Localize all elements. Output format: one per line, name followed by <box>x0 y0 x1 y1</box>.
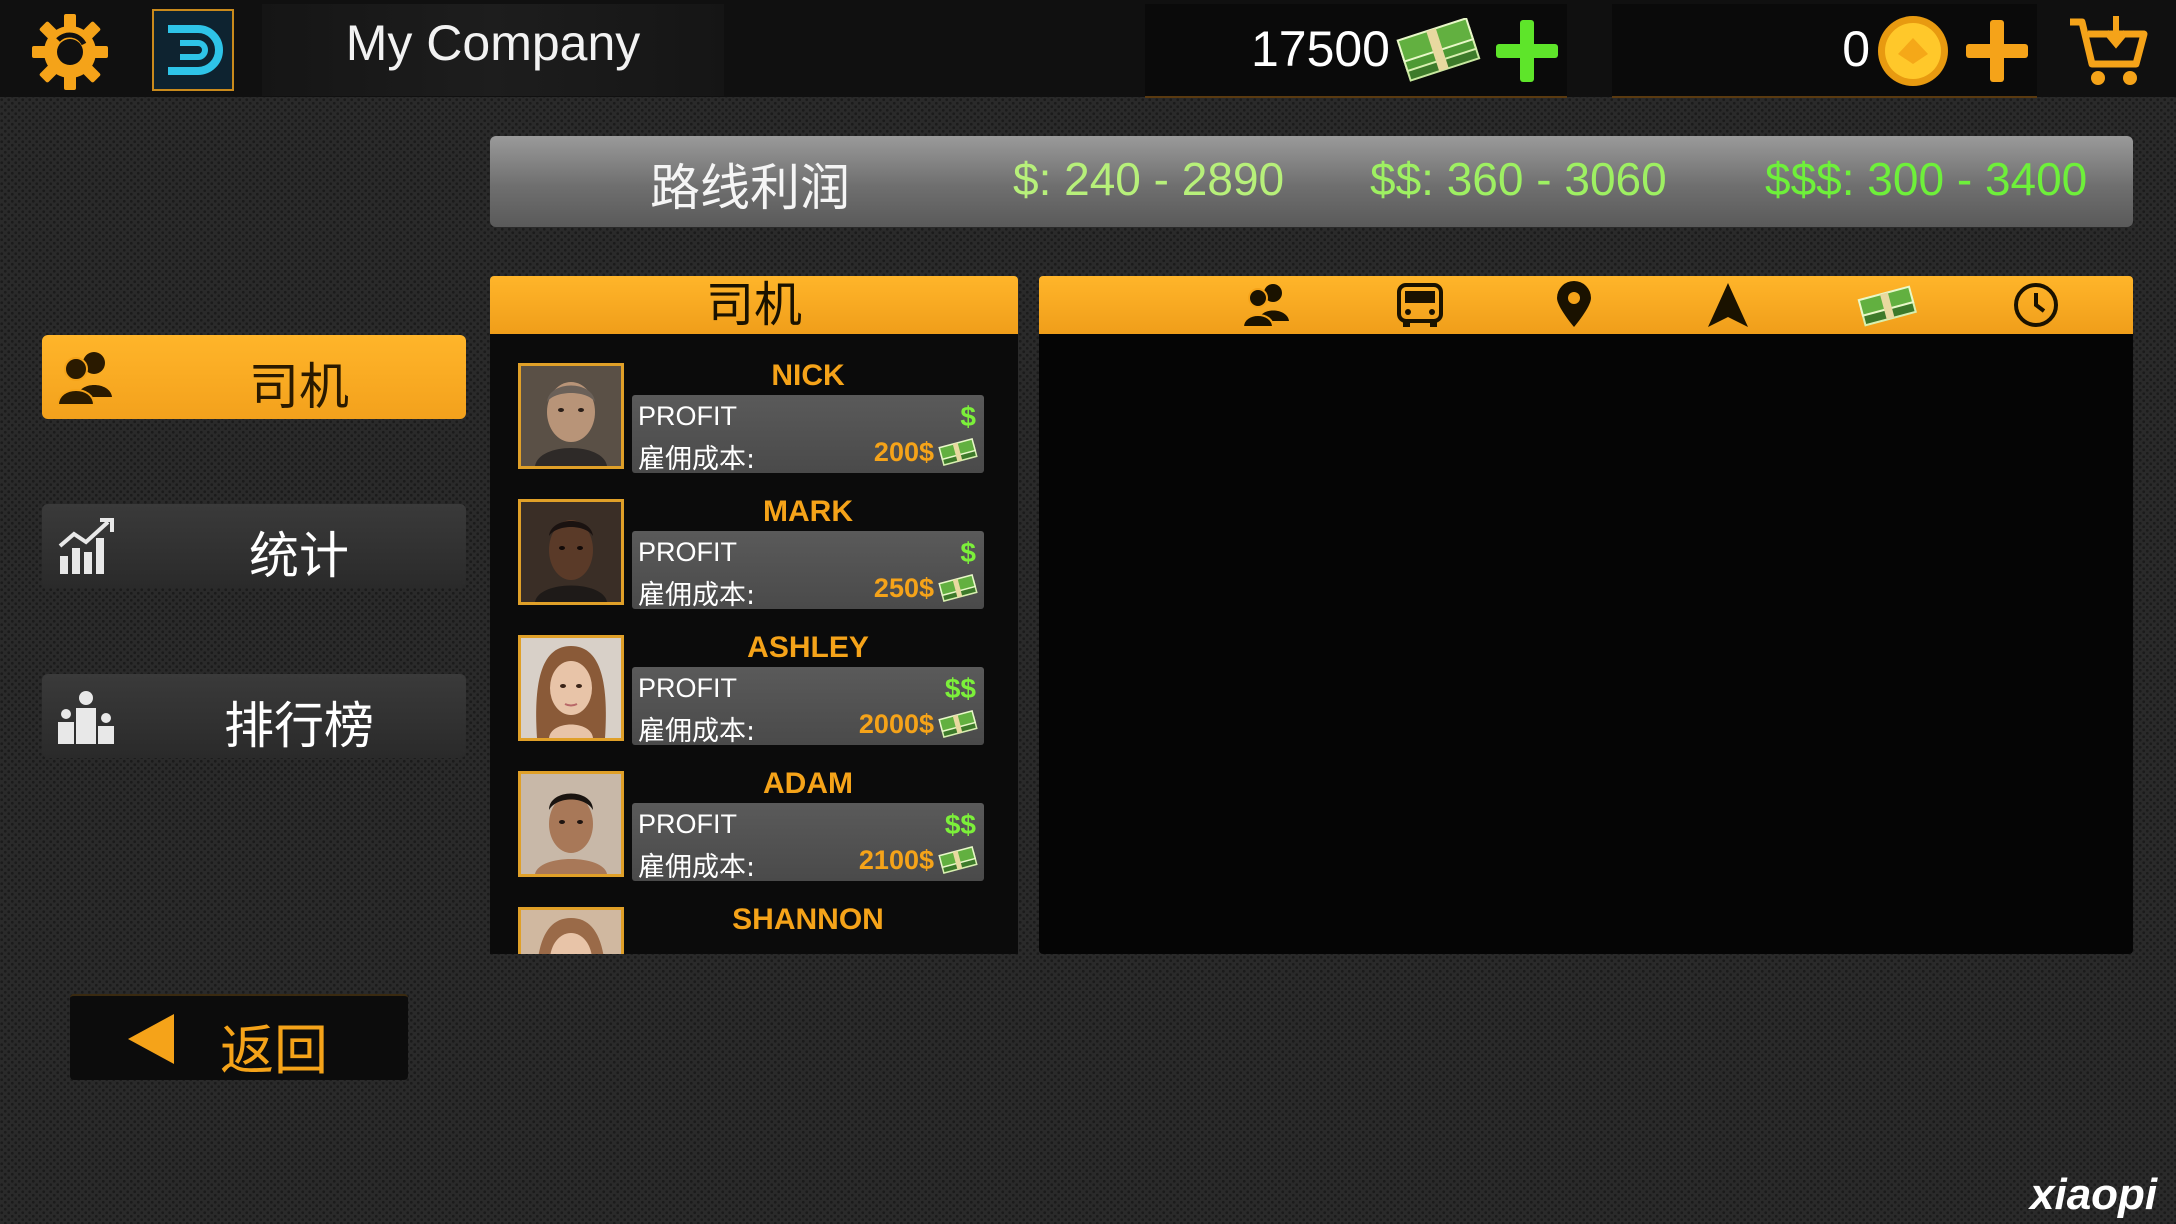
settings-gear-icon[interactable] <box>28 10 112 94</box>
driver-name: ADAM <box>763 767 853 800</box>
driver-card-ashley[interactable]: ASHLEY PROFIT $$ 雇佣成本: 2000$ <box>518 631 988 749</box>
driver-card-mark[interactable]: MARK PROFIT $ 雇佣成本: 250$ <box>518 495 988 613</box>
cash-icon <box>938 709 978 739</box>
cash-stack-icon <box>1395 17 1485 84</box>
driver-card-shannon[interactable]: SHANNON <box>518 903 988 954</box>
add-money-button[interactable] <box>1492 16 1562 86</box>
coin-amount: 0 <box>1842 21 1870 77</box>
watermark: xiaopi <box>2030 1170 2158 1219</box>
driver-info-box: PROFIT $ 雇佣成本: 250$ <box>632 531 984 611</box>
back-arrow-icon <box>128 1014 174 1064</box>
route-profit-range-mid: $$: 360 - 3060 <box>1370 153 1667 205</box>
hire-cost-label: 雇佣成本: <box>638 580 756 611</box>
route-profit-range-low: $: 240 - 2890 <box>1013 153 1285 205</box>
drivers-icon <box>56 347 116 407</box>
cash-icon[interactable] <box>1857 281 1917 329</box>
add-coins-button[interactable] <box>1962 16 2032 86</box>
driver-info-box: PROFIT $$ 雇佣成本: 2100$ <box>632 803 984 883</box>
profit-label: PROFIT <box>638 809 737 839</box>
assignment-header <box>1039 276 2133 334</box>
menu-item-leaderboard[interactable]: 排行榜 <box>42 674 466 758</box>
profit-tier: $ <box>960 401 976 432</box>
assignment-panel <box>1039 334 2133 954</box>
menu-item-label: 排行榜 <box>224 697 374 755</box>
back-button[interactable]: 返回 <box>70 994 408 1082</box>
menu-item-label: 统计 <box>249 527 349 585</box>
driver-portrait <box>518 635 624 741</box>
profit-label: PROFIT <box>638 401 737 431</box>
driver-card-nick[interactable]: NICK PROFIT $ 雇佣成本: 200$ <box>518 359 988 477</box>
bus-icon[interactable] <box>1395 281 1445 329</box>
profit-tier: $$ <box>944 673 976 704</box>
route-profit-title: 路线利润 <box>650 159 850 217</box>
driver-info-box: PROFIT $$ 雇佣成本: 2000$ <box>632 667 984 747</box>
drivers-panel-header: 司机 <box>490 276 1018 334</box>
driver-name: MARK <box>763 495 853 528</box>
driver-portrait <box>518 907 624 954</box>
drivers-list[interactable]: NICK PROFIT $ 雇佣成本: 200$ MARK PROFIT $ 雇… <box>490 334 1018 954</box>
hire-cost-label: 雇佣成本: <box>638 716 756 747</box>
location-pin-icon[interactable] <box>1549 281 1599 329</box>
navigation-arrow-icon[interactable] <box>1703 281 1753 329</box>
gold-coin-icon <box>1876 14 1950 88</box>
hire-cost: 200$ <box>873 437 934 467</box>
stats-chart-icon <box>56 516 116 576</box>
driver-name: NICK <box>771 359 845 392</box>
back-label: 返回 <box>220 1019 328 1082</box>
shop-cart-icon[interactable] <box>2066 12 2150 88</box>
company-logo-icon[interactable] <box>152 9 234 91</box>
driver-name: ASHLEY <box>747 631 869 664</box>
leaderboard-icon <box>56 686 116 746</box>
hire-cost: 250$ <box>873 573 934 603</box>
hire-cost: 2000$ <box>858 709 934 739</box>
hire-cost-label: 雇佣成本: <box>638 444 756 475</box>
driver-card-adam[interactable]: ADAM PROFIT $$ 雇佣成本: 2100$ <box>518 767 988 885</box>
profit-label: PROFIT <box>638 537 737 567</box>
cash-icon <box>938 845 978 875</box>
drivers-icon[interactable] <box>1241 281 1291 329</box>
driver-info-box: PROFIT $ 雇佣成本: 200$ <box>632 395 984 475</box>
driver-portrait <box>518 771 624 877</box>
hire-cost-label: 雇佣成本: <box>638 852 756 883</box>
profit-tier: $$ <box>944 809 976 840</box>
money-amount: 17500 <box>1250 21 1390 77</box>
driver-portrait <box>518 363 624 469</box>
menu-item-label: 司机 <box>249 358 349 416</box>
menu-item-statistics[interactable]: 统计 <box>42 504 466 588</box>
cash-icon <box>938 573 978 603</box>
driver-portrait <box>518 499 624 605</box>
route-profit-range-high: $$$: 300 - 3400 <box>1765 153 2088 205</box>
profit-tier: $ <box>960 537 976 568</box>
clock-icon[interactable] <box>2011 281 2061 329</box>
company-name[interactable]: My Company <box>262 14 724 72</box>
hire-cost: 2100$ <box>858 845 934 875</box>
driver-name: SHANNON <box>732 903 884 936</box>
menu-item-drivers[interactable]: 司机 <box>42 335 466 419</box>
cash-icon <box>938 437 978 467</box>
profit-label: PROFIT <box>638 673 737 703</box>
